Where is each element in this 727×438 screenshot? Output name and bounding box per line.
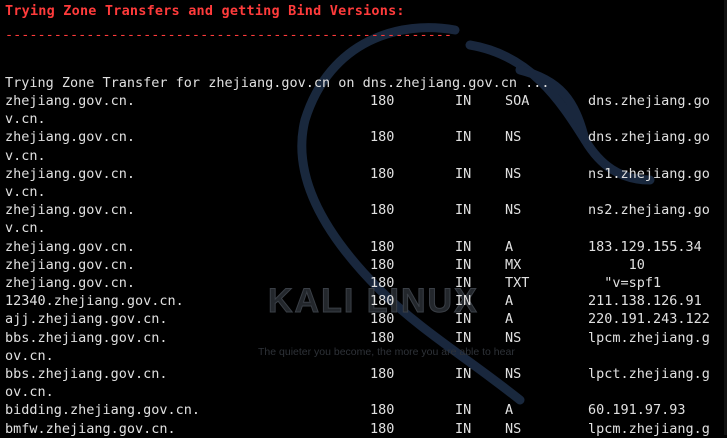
dns-record-row: 12340.zhejiang.gov.cn. 180 IN A 211.138.126.… <box>5 292 725 310</box>
record-type: SOA <box>505 93 530 109</box>
record-type: A <box>505 238 514 255</box>
record-type: MX <box>505 256 522 273</box>
kali-tagline: The quieter you become, the more you are… <box>258 346 515 358</box>
dns-record-row: bbs.zhejiang.gov.cn. 180 IN NS lpcm.zhejiang… <box>5 329 725 347</box>
record-ttl: 180 <box>370 293 395 310</box>
terminal-window[interactable]: KALI LINUX The quieter you become, the m… <box>0 0 727 437</box>
record-name: zhejiang.gov.cn. <box>5 238 136 255</box>
record-type: NS <box>505 165 522 182</box>
record-name: bidding.zhejiang.gov.cn. <box>5 402 201 419</box>
record-data: 10 <box>588 256 645 273</box>
record-name: bbs.zhejiang.gov.cn. <box>5 366 168 382</box>
record-data: ns2.zhejiang.go <box>588 202 710 219</box>
record-name: bbs.zhejiang.gov.cn. <box>5 329 168 346</box>
record-cls: IN <box>455 402 472 419</box>
record-name: zhejiang.gov.cn. <box>5 275 136 291</box>
record-type: TXT <box>505 275 530 291</box>
dns-record-row: zhejiang.gov.cn. 180 IN SOA dns.zhejiang.go <box>5 92 725 110</box>
dns-record-row: bbs.zhejiang.gov.cn. 180 IN NS lpct.zhejiang… <box>5 365 725 383</box>
record-cls: IN <box>455 256 472 273</box>
record-ttl: 180 <box>370 165 395 182</box>
record-wrap-continuation: v.cn. <box>5 111 46 128</box>
record-ttl: 180 <box>370 256 395 273</box>
record-data: lpcm.zhejiang.g <box>588 329 710 346</box>
record-ttl: 180 <box>370 402 395 419</box>
section-rule: ----------------------------------------… <box>5 27 453 43</box>
record-cls: IN <box>455 311 472 328</box>
record-ttl: 180 <box>370 329 395 346</box>
record-cls: IN <box>455 165 472 182</box>
record-type: A <box>505 293 514 310</box>
dns-record-row: zhejiang.gov.cn. 180 IN NS ns1.zhejiang.go <box>5 165 725 183</box>
record-name: zhejiang.gov.cn. <box>5 165 136 182</box>
record-ttl: 180 <box>370 202 395 219</box>
record-cls: IN <box>455 275 472 291</box>
record-name: zhejiang.gov.cn. <box>5 93 136 109</box>
record-type: NS <box>505 366 522 382</box>
record-wrap-continuation: v.cn. <box>5 184 46 200</box>
zone-transfer-status: Trying Zone Transfer for zhejiang.gov.cn… <box>5 75 550 91</box>
record-data: ns1.zhejiang.go <box>588 165 710 182</box>
record-data: dns.zhejiang.go <box>588 129 710 146</box>
record-ttl: 180 <box>370 129 395 146</box>
record-data: 220.191.243.122 <box>588 311 710 328</box>
record-cls: IN <box>455 293 472 310</box>
record-ttl: 180 <box>370 238 395 255</box>
record-wrap-continuation: ov.cn. <box>5 384 54 401</box>
record-name: zhejiang.gov.cn. <box>5 256 136 273</box>
dns-record-row: ajj.zhejiang.gov.cn. 180 IN A 220.191.243.12… <box>5 310 725 328</box>
record-data: lpct.zhejiang.g <box>588 366 710 382</box>
dns-record-row: bidding.zhejiang.gov.cn. 180 IN A 60.191.97.… <box>5 401 725 419</box>
section-header: Trying Zone Transfers and getting Bind V… <box>5 3 405 19</box>
record-cls: IN <box>455 93 472 109</box>
record-cls: IN <box>455 238 472 255</box>
record-cls: IN <box>455 329 472 346</box>
record-wrap-continuation: v.cn. <box>5 220 46 237</box>
record-wrap-continuation: ov.cn. <box>5 347 54 364</box>
record-ttl: 180 <box>370 311 395 328</box>
record-ttl: 180 <box>370 275 395 291</box>
dns-record-row: zhejiang.gov.cn. 180 IN TXT "v=spf1 <box>5 274 725 292</box>
record-data: 60.191.97.93 <box>588 402 686 419</box>
record-ttl: 180 <box>370 93 395 109</box>
record-data: 211.138.126.91 <box>588 293 702 310</box>
record-data: "v=spf1 <box>588 275 662 291</box>
record-cls: IN <box>455 366 472 382</box>
record-name: ajj.zhejiang.gov.cn. <box>5 311 168 328</box>
record-name: 12340.zhejiang.gov.cn. <box>5 293 184 310</box>
record-type: NS <box>505 202 522 219</box>
record-data: 183.129.155.34 <box>588 238 702 255</box>
record-type: NS <box>505 129 522 146</box>
record-type: NS <box>505 329 522 346</box>
record-type: A <box>505 402 514 419</box>
dns-record-row: zhejiang.gov.cn. 180 IN MX 10 <box>5 256 725 274</box>
record-type: A <box>505 311 514 328</box>
record-cls: IN <box>455 202 472 219</box>
dns-record-row: zhejiang.gov.cn. 180 IN NS dns.zhejiang.go <box>5 128 725 146</box>
record-ttl: 180 <box>370 366 395 382</box>
record-name: zhejiang.gov.cn. <box>5 202 136 219</box>
dns-record-row: zhejiang.gov.cn. 180 IN NS ns2.zhejiang.go <box>5 201 725 219</box>
record-data: dns.zhejiang.go <box>588 93 710 109</box>
record-name: zhejiang.gov.cn. <box>5 129 136 146</box>
dns-record-row: zhejiang.gov.cn. 180 IN A 183.129.155.34 <box>5 238 725 256</box>
record-wrap-continuation: v.cn. <box>5 147 46 164</box>
record-cls: IN <box>455 129 472 146</box>
